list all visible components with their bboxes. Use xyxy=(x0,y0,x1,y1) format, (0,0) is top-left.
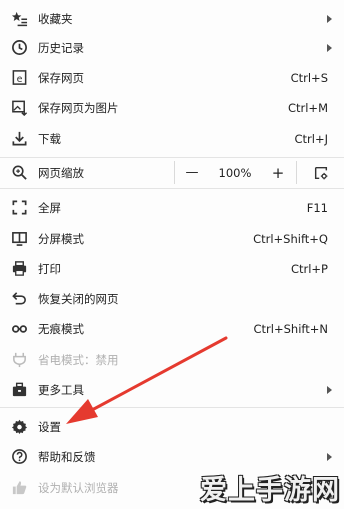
site-watermark: 爱上手游网 xyxy=(200,475,340,506)
annotation-arrow xyxy=(66,336,228,424)
